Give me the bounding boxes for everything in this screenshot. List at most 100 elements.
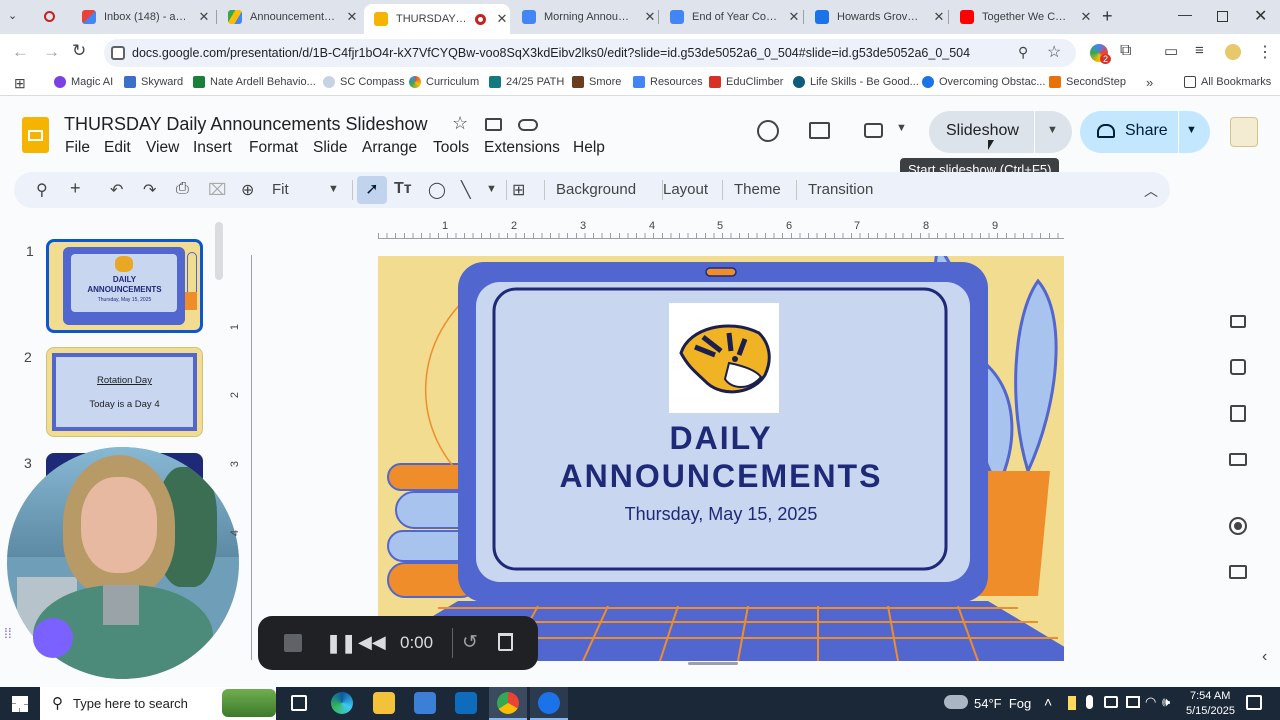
bookmark-curriculum[interactable]: Curriculum [409, 76, 479, 88]
menu-format[interactable]: Format [249, 139, 298, 157]
close-icon[interactable]: ✕ [642, 9, 658, 25]
slide-heading-line2[interactable]: ANNOUNCEMENTS [378, 458, 1064, 495]
store-icon[interactable] [414, 692, 436, 714]
slide-heading-line1[interactable]: DAILY [378, 420, 1064, 457]
bookmark-sc-compass[interactable]: SC Compass [323, 76, 405, 88]
outlook-icon[interactable] [455, 692, 477, 714]
task-view-icon[interactable] [291, 695, 307, 711]
tab-gmail[interactable]: Inbox (148) - apfeif ✕ [72, 4, 212, 30]
restart-button[interactable]: ↺ [462, 631, 478, 654]
bookmark-resources[interactable]: Resources [633, 76, 703, 88]
close-icon[interactable]: ✕ [931, 9, 947, 25]
slide[interactable]: DAILY ANNOUNCEMENTS Thursday, May 15, 20… [378, 256, 1064, 661]
star-icon[interactable]: ☆ [452, 113, 468, 134]
layout-button[interactable]: Layout [663, 181, 708, 198]
microphone-icon[interactable] [1086, 695, 1093, 709]
chrome-icon[interactable] [497, 692, 519, 714]
theme-button[interactable]: Theme [734, 181, 781, 198]
tasks-icon[interactable] [1230, 359, 1246, 375]
bookmark-educlimber[interactable]: EduClimber [709, 76, 783, 88]
chrome-menu-icon[interactable]: ⋮ [1257, 42, 1273, 62]
tiger-logo-image[interactable] [669, 303, 779, 413]
wifi-icon[interactable]: ◠ [1145, 694, 1156, 710]
bookmark-magic-ai[interactable]: Magic AI [54, 76, 113, 88]
new-slide-icon[interactable]: + [70, 178, 81, 199]
search-menus-icon[interactable]: ⚲ [36, 180, 48, 200]
slideshow-button[interactable]: Slideshow [946, 122, 1019, 140]
move-folder-icon[interactable] [485, 118, 502, 131]
edge-icon[interactable] [331, 692, 353, 714]
windows-start-icon[interactable] [12, 696, 28, 712]
video-icon[interactable] [1229, 565, 1247, 579]
close-icon[interactable]: ✕ [1078, 9, 1094, 25]
network-icon[interactable] [1126, 696, 1140, 708]
webcam-handle[interactable] [33, 618, 73, 658]
folder-icon[interactable] [1229, 453, 1247, 466]
menu-slide[interactable]: Slide [313, 139, 347, 157]
back-icon[interactable]: ← [12, 42, 29, 62]
reload-icon[interactable]: ↻ [72, 41, 86, 61]
file-explorer-icon[interactable] [373, 692, 395, 714]
menu-arrange[interactable]: Arrange [362, 139, 417, 157]
meet-tray-icon[interactable] [1104, 696, 1118, 708]
share-dropdown-icon[interactable]: ▼ [1186, 124, 1197, 136]
chevron-up-icon[interactable]: ˄ [1044, 694, 1052, 710]
tab-slides-active[interactable]: THURSDAY Dail ✕ [364, 4, 510, 34]
bookmark-life-skills[interactable]: Life Skills - Be Good... [793, 76, 919, 88]
share-button[interactable]: Share [1125, 122, 1168, 140]
bookmark-overcoming[interactable]: Overcoming Obstac... [922, 76, 1045, 88]
bookmark-secondstep[interactable]: SecondStep [1049, 76, 1126, 88]
more-bookmarks-icon[interactable]: » [1146, 75, 1153, 90]
tab-search-icon[interactable]: ⌄ [8, 9, 17, 22]
stop-button[interactable] [284, 634, 302, 652]
apps-grid-icon[interactable]: ⊞ [14, 75, 26, 92]
slide-thumbnail-1[interactable]: DAILY ANNOUNCEMENTS Thursday, May 15, 20… [46, 239, 203, 333]
drag-dots-icon[interactable]: ⁞⁞ [4, 625, 12, 641]
new-tab-icon[interactable]: + [1102, 6, 1113, 27]
zoom-select[interactable]: Fit [272, 181, 289, 198]
restore-icon[interactable] [1217, 11, 1228, 22]
expand-side-panel-icon[interactable]: ‹ [1262, 648, 1267, 666]
tab-drive[interactable]: Announcements - G ✕ [218, 4, 360, 30]
bookmark-path[interactable]: 24/25 PATH [489, 76, 564, 88]
volume-icon[interactable]: 🕪 [1162, 694, 1170, 710]
vertical-ruler[interactable] [244, 255, 252, 660]
record-icon[interactable] [1229, 517, 1247, 535]
redo-icon[interactable]: ↷ [143, 180, 156, 200]
select-tool-icon[interactable]: ➚ [357, 176, 387, 204]
clock-date[interactable]: 5/15/2025 [1186, 705, 1235, 717]
cast-icon[interactable]: ▭ [1164, 42, 1178, 60]
bookmark-star-icon[interactable]: ☆ [1047, 42, 1061, 62]
tab-howards-grove[interactable]: Howards Grove Sch ✕ [805, 4, 947, 30]
background-button[interactable]: Background [556, 181, 636, 198]
transition-button[interactable]: Transition [808, 181, 873, 198]
bookmark-skyward[interactable]: Skyward [124, 76, 183, 88]
zoom-icon[interactable]: ⊕ [241, 180, 254, 200]
line-icon[interactable]: ╲ [461, 180, 471, 200]
undo-icon[interactable]: ↶ [110, 180, 123, 200]
menu-tools[interactable]: Tools [433, 139, 469, 157]
tab-docs-countdown[interactable]: End of Year Countd ✕ [660, 4, 802, 30]
close-icon[interactable]: ✕ [786, 9, 802, 25]
minimize-icon[interactable]: — [1178, 6, 1192, 22]
bookmark-nate-ardell[interactable]: Nate Ardell Behavio... [193, 76, 316, 88]
menu-edit[interactable]: Edit [104, 139, 131, 157]
menu-file[interactable]: File [65, 139, 90, 157]
delete-button[interactable] [498, 633, 513, 651]
meet-camera-icon[interactable] [864, 123, 883, 138]
contacts-icon[interactable] [1230, 405, 1246, 422]
close-icon[interactable]: ✕ [196, 9, 212, 25]
zoom-dropdown-icon[interactable]: ▼ [328, 183, 339, 195]
record-icon[interactable] [44, 11, 55, 22]
menu-help[interactable]: Help [573, 139, 605, 157]
comments-icon[interactable] [809, 122, 830, 139]
search-highlight-icon[interactable] [222, 689, 276, 717]
pause-button[interactable]: ❚❚ [326, 633, 356, 654]
menu-view[interactable]: View [146, 139, 179, 157]
slides-logo-icon[interactable] [22, 117, 49, 153]
weather-icon[interactable] [944, 695, 968, 709]
weather-text[interactable]: 54°F Fog [974, 696, 1031, 711]
document-title[interactable]: THURSDAY Daily Announcements Slideshow [64, 114, 428, 135]
all-bookmarks[interactable]: All Bookmarks [1184, 76, 1271, 88]
keep-notes-icon[interactable] [1230, 315, 1246, 328]
